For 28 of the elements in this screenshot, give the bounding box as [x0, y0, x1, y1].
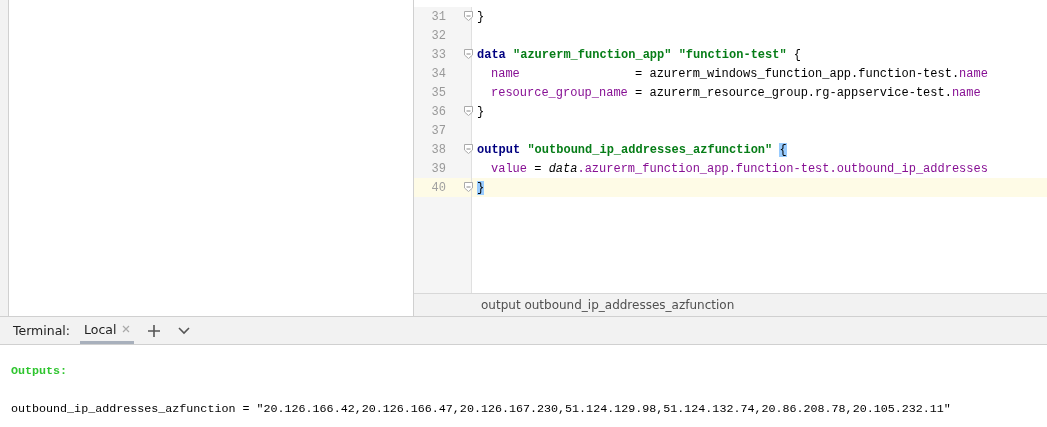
- fold-icon[interactable]: [464, 106, 473, 116]
- close-icon[interactable]: [122, 325, 131, 333]
- code-line: data "azurerm_function_app" "function-test" {: [476, 47, 802, 62]
- fold-icon[interactable]: [464, 144, 473, 154]
- line-number: 40: [430, 180, 446, 195]
- breadcrumb[interactable]: output outbound_ip_addresses_azfunction: [414, 293, 1047, 316]
- line-number: 35: [430, 85, 446, 100]
- terminal-output: outbound_ip_addresses_azfunction = "20.126.166.42,20.126.166.47,20.126.167.230,51.124.129.98,51.124.132.74,20.86.208.78,20.105.232.11": [11, 402, 952, 418]
- line-number: 32: [430, 28, 446, 43]
- line-number: 39: [430, 161, 446, 176]
- line-number: 36: [430, 104, 446, 119]
- terminal-label: Terminal:: [13, 322, 71, 340]
- line-number: 34: [430, 66, 446, 81]
- code-line: output "outbound_ip_addresses_azfunction" {: [476, 142, 787, 157]
- code-line: }: [476, 104, 485, 119]
- line-number: 31: [430, 9, 446, 24]
- code-line: name = azurerm_windows_function_app.function-test.name: [490, 66, 988, 81]
- output-heading: Outputs:: [11, 364, 69, 380]
- terminal-tab[interactable]: Local: [80, 317, 135, 344]
- code-line: value = data.azurerm_function_app.function-test.outbound_ip_addresses: [490, 161, 988, 176]
- fold-icon[interactable]: [464, 11, 473, 21]
- line-number: 37: [430, 123, 446, 138]
- fold-icon[interactable]: [464, 49, 473, 59]
- code-line: }: [476, 9, 485, 24]
- line-number: 33: [430, 47, 446, 62]
- fold-icon[interactable]: [464, 182, 473, 192]
- line-number: 38: [430, 142, 446, 157]
- code-line: resource_group_name = azurerm_resource_group.rg-appservice-test.name: [490, 85, 981, 100]
